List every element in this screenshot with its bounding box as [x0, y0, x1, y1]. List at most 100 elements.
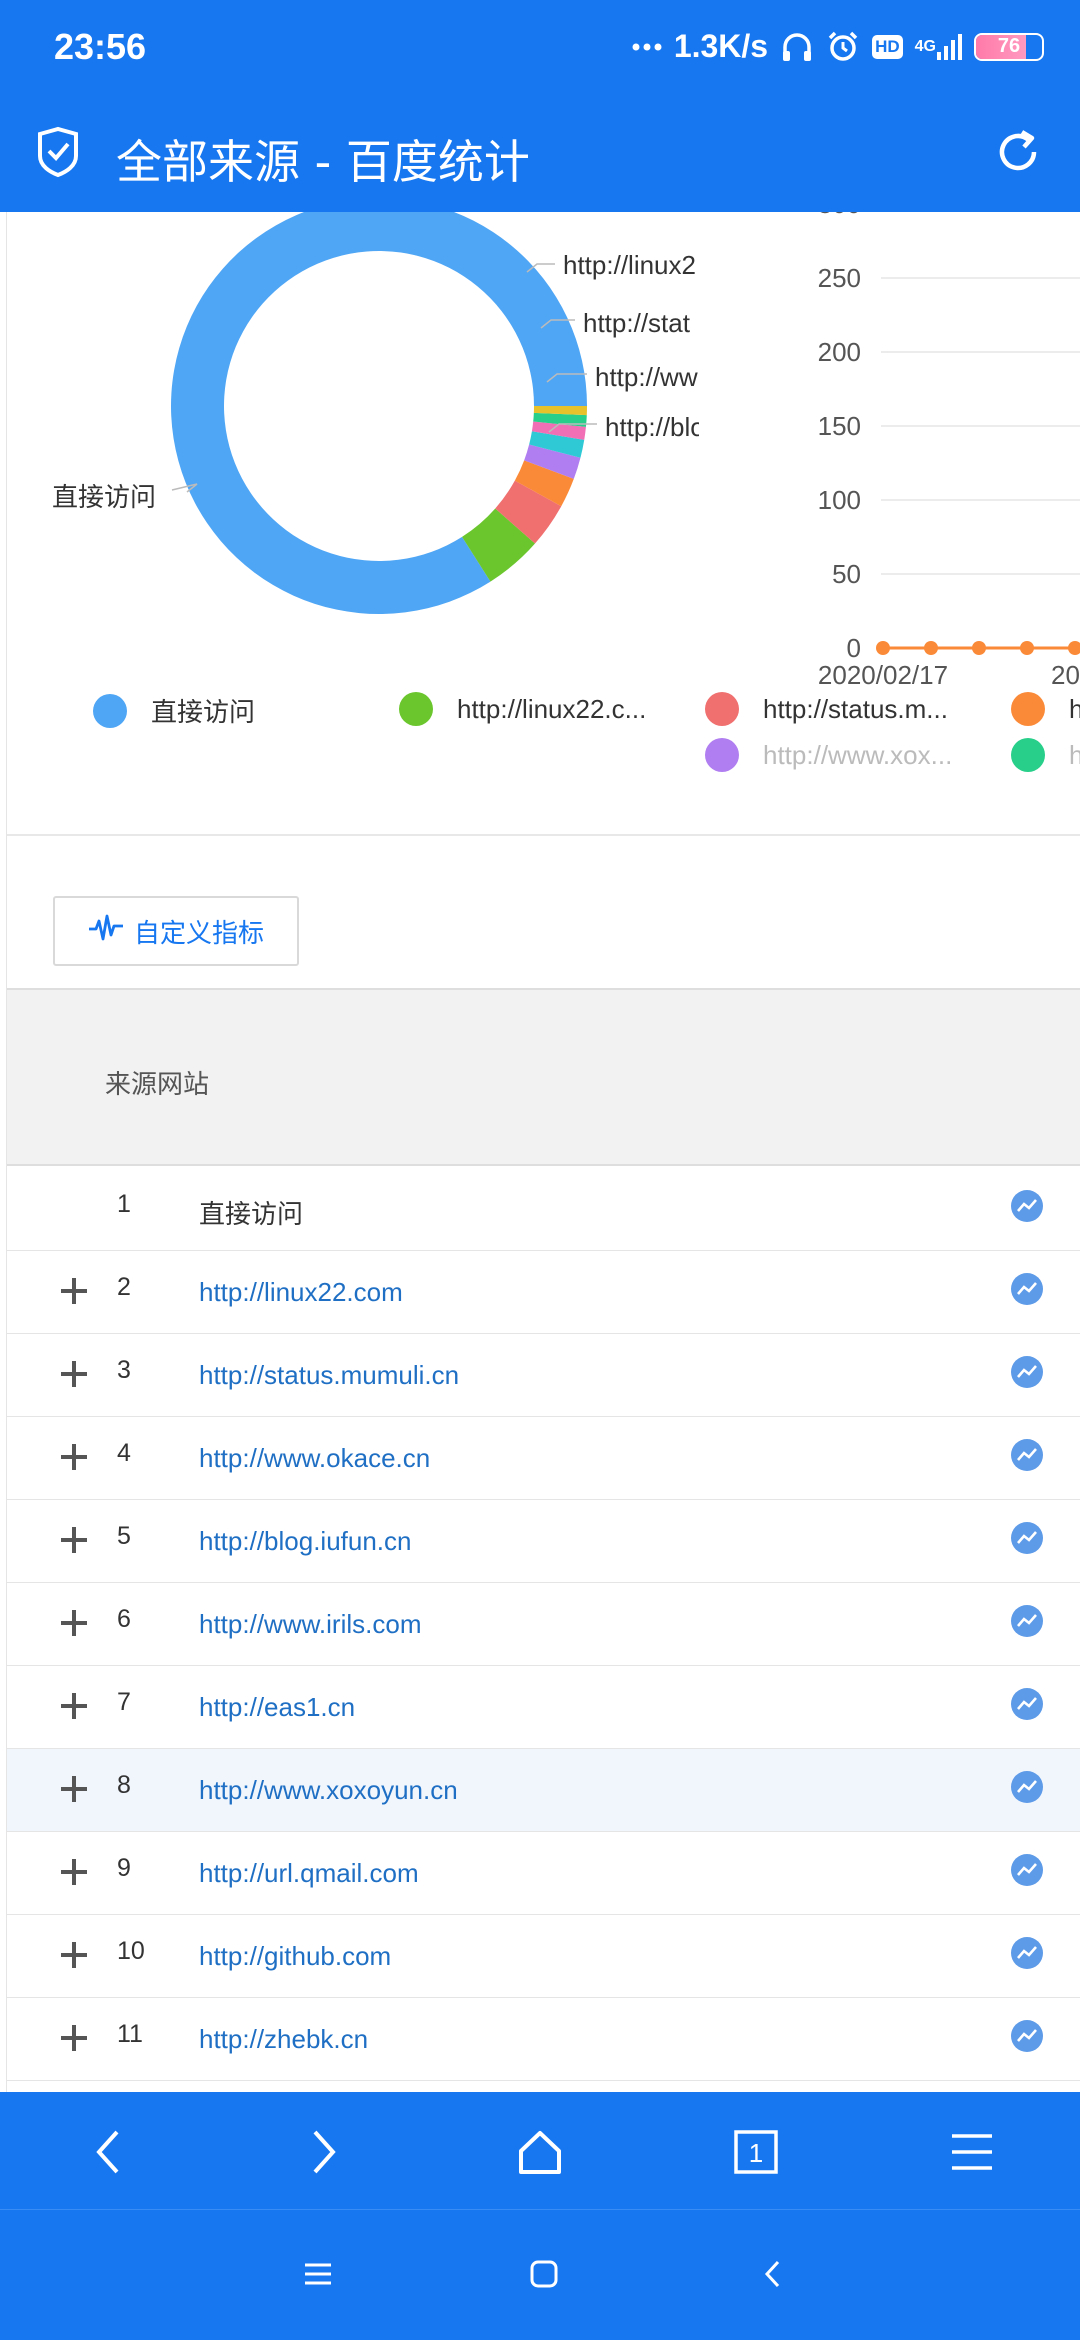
table-body: 1 直接访问 2 http://linux22.com 3 http://status.m… — [7, 1168, 1080, 2081]
expand-plus-icon[interactable] — [61, 1526, 89, 1554]
forward-icon[interactable] — [294, 2122, 354, 2182]
home-icon[interactable] — [510, 2122, 570, 2182]
custom-metrics-label: 自定义指标 — [133, 918, 264, 949]
recents-icon[interactable] — [298, 2254, 338, 2294]
row-source-site[interactable]: http://www.irils.com — [199, 1609, 422, 1640]
series-point[interactable] — [876, 641, 890, 655]
series-point[interactable] — [924, 641, 938, 655]
trend-chart-icon[interactable] — [1011, 1771, 1043, 1803]
legend-item-status[interactable]: http://status.m... — [705, 692, 948, 726]
charts-area: http://linux2 http://stat http://ww http… — [7, 212, 1080, 832]
trend-chart-icon[interactable] — [1011, 1190, 1043, 1222]
legend-item-green[interactable]: h — [1011, 738, 1080, 772]
page-title: 全部来源 - 百度统计 — [116, 135, 530, 189]
row-source-site[interactable]: http://github.com — [199, 1941, 391, 1972]
legend-item-xoxoyun[interactable]: http://www.xox... — [705, 738, 952, 772]
shield-check-icon[interactable] — [36, 126, 80, 178]
hd-icon: HD — [872, 34, 903, 59]
table-row[interactable]: 3 http://status.mumuli.cn — [7, 1334, 1080, 1417]
series-point[interactable] — [972, 641, 986, 655]
legend-item-orange[interactable]: h — [1011, 692, 1080, 726]
back-icon[interactable] — [78, 2122, 138, 2182]
expand-plus-icon[interactable] — [61, 1443, 89, 1471]
row-source-site[interactable]: http://url.qmail.com — [199, 1858, 419, 1889]
row-source-site[interactable]: http://blog.iufun.cn — [199, 1526, 411, 1557]
y-tick-label: 250 — [818, 263, 861, 293]
trend-chart-icon[interactable] — [1011, 1688, 1043, 1720]
y-tick-label: 200 — [818, 337, 861, 367]
trend-chart-icon[interactable] — [1011, 2020, 1043, 2052]
expand-plus-icon[interactable] — [61, 1858, 89, 1886]
row-source-site[interactable]: http://zhebk.cn — [199, 2024, 368, 2055]
table-row[interactable]: 9 http://url.qmail.com — [7, 1832, 1080, 1915]
legend-item-direct[interactable]: 直接访问 — [93, 692, 255, 729]
legend-label: h — [1069, 740, 1080, 771]
expand-plus-icon[interactable] — [61, 2024, 89, 2052]
donut-label-direct: 直接访问 — [52, 482, 157, 512]
row-index: 8 — [117, 1771, 131, 1799]
row-index: 3 — [117, 1356, 131, 1384]
table-row[interactable]: 5 http://blog.iufun.cn — [7, 1500, 1080, 1583]
table-row[interactable]: 7 http://eas1.cn — [7, 1666, 1080, 1749]
row-index: 2 — [117, 1273, 131, 1301]
expand-plus-icon[interactable] — [61, 1360, 89, 1388]
donut-label-status: http://stat — [583, 308, 690, 338]
row-source-site[interactable]: http://www.okace.cn — [199, 1443, 430, 1474]
network-type-label: 4G — [914, 37, 936, 55]
trend-chart-icon[interactable] — [1011, 1356, 1043, 1388]
legend-dot — [705, 692, 739, 726]
menu-icon[interactable] — [942, 2122, 1002, 2182]
trend-chart-icon[interactable] — [1011, 1605, 1043, 1637]
home-square-icon[interactable] — [524, 2254, 564, 2294]
legend-dot — [1011, 738, 1045, 772]
row-source-site[interactable]: http://www.xoxoyun.cn — [199, 1775, 458, 1806]
battery-icon: 76 — [974, 32, 1044, 61]
donut-label-www: http://ww — [595, 362, 698, 392]
table-row[interactable]: 8 http://www.xoxoyun.cn — [7, 1749, 1080, 1832]
row-index: 9 — [117, 1854, 131, 1882]
row-source-site[interactable]: http://eas1.cn — [199, 1692, 355, 1723]
table-row[interactable]: 6 http://www.irils.com — [7, 1583, 1080, 1666]
legend-label: http://status.m... — [763, 693, 948, 724]
table-row[interactable]: 1 直接访问 — [7, 1168, 1080, 1251]
alarm-icon — [826, 30, 860, 64]
row-source-site[interactable]: http://status.mumuli.cn — [199, 1360, 459, 1391]
table-row[interactable]: 11 http://zhebk.cn — [7, 1998, 1080, 2081]
chart-legend: 直接访问 http://linux22.c... http://status.m… — [7, 692, 1080, 802]
trend-chart-icon[interactable] — [1011, 1937, 1043, 1969]
trend-chart-icon[interactable] — [1011, 1854, 1043, 1886]
donut-chart — [171, 212, 597, 614]
back-chevron-icon[interactable] — [752, 2254, 792, 2294]
app-bar: 全部来源 - 百度统计 — [0, 96, 1080, 212]
status-time: 23:56 — [54, 26, 147, 67]
table-row[interactable]: 10 http://github.com — [7, 1915, 1080, 1998]
expand-plus-icon[interactable] — [61, 1277, 89, 1305]
legend-dot — [1011, 692, 1045, 726]
custom-metrics-button[interactable]: 自定义指标 — [53, 896, 299, 966]
system-navigation-bar — [0, 2210, 1080, 2340]
y-tick-label: 0 — [847, 633, 861, 663]
line-chart: 0 50 100 150 200 250 300 2020/02/17 202 — [787, 212, 1080, 692]
tab-count: 1 — [749, 2138, 763, 2168]
tabs-icon[interactable]: 1 — [726, 2122, 786, 2182]
headphones-icon — [780, 30, 814, 64]
trend-chart-icon[interactable] — [1011, 1273, 1043, 1305]
row-index: 7 — [117, 1688, 131, 1716]
trend-chart-icon[interactable] — [1011, 1439, 1043, 1471]
legend-item-linux22[interactable]: http://linux22.c... — [399, 692, 646, 726]
legend-label: h — [1069, 694, 1080, 725]
table-row[interactable]: 4 http://www.okace.cn — [7, 1417, 1080, 1500]
legend-label: http://www.xox... — [763, 739, 953, 770]
series-point[interactable] — [1068, 641, 1080, 655]
expand-plus-icon[interactable] — [61, 1692, 89, 1720]
expand-plus-icon[interactable] — [61, 1609, 89, 1637]
refresh-icon[interactable] — [992, 126, 1044, 178]
expand-plus-icon[interactable] — [61, 1775, 89, 1803]
row-index: 5 — [117, 1522, 131, 1550]
row-source-site[interactable]: http://linux22.com — [199, 1277, 403, 1308]
expand-plus-icon[interactable] — [61, 1941, 89, 1969]
series-point[interactable] — [1020, 641, 1034, 655]
trend-chart-icon[interactable] — [1011, 1522, 1043, 1554]
table-row[interactable]: 2 http://linux22.com — [7, 1251, 1080, 1334]
content-area[interactable]: http://linux2 http://stat http://ww http… — [6, 212, 1080, 2092]
